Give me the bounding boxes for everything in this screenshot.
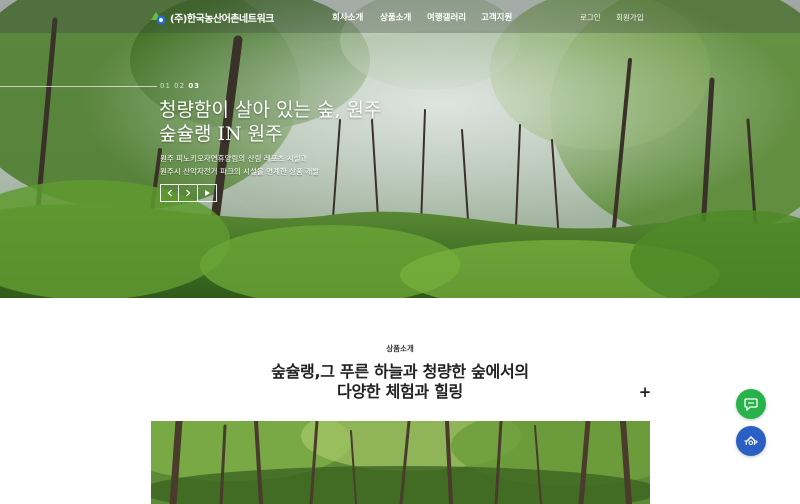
product-image[interactable] <box>151 421 650 504</box>
nav-item-gallery[interactable]: 여행갤러리 <box>427 11 466 23</box>
hero-desc-line-1: 원주 피노키오자연휴양림의 산림 레포츠 시설과 <box>160 154 308 163</box>
slide-controls <box>160 184 217 202</box>
forest-background-image <box>0 0 800 298</box>
hero-title-line-2: 숲슐랭 IN 원주 <box>159 123 283 145</box>
next-slide-button[interactable] <box>179 184 198 202</box>
hero-title: 청량함이 살아 있는 숲, 원주 숲슐랭 IN 원주 <box>159 98 479 146</box>
signup-link[interactable]: 회원가입 <box>616 12 644 23</box>
login-link[interactable]: 로그인 <box>580 12 601 23</box>
pager-item-2[interactable]: 02 <box>174 82 185 90</box>
play-icon <box>205 190 210 196</box>
pager-item-1[interactable]: 01 <box>160 82 171 90</box>
chevron-right-icon <box>186 189 191 197</box>
logo-mark-icon <box>151 12 166 25</box>
section-title-line-2: 다양한 체험과 힐링 <box>337 382 463 401</box>
hero-description: 원주 피노키오자연휴양림의 산림 레포츠 시설과 원주시 산악자전거 파크의 시… <box>160 152 460 178</box>
hero-title-line-1: 청량함이 살아 있는 숲, 원주 <box>159 99 382 121</box>
hero-desc-line-2: 원주시 산악자전거 파크의 시설을 연계한 상품 개발 <box>160 167 320 176</box>
scroll-top-button[interactable]: TOP <box>736 426 766 456</box>
pager-item-3[interactable]: 03 <box>188 82 200 90</box>
slide-pager: 01 02 03 <box>160 82 200 90</box>
site-logo[interactable]: (주)한국농산어촌네트워크 <box>150 9 274 25</box>
chevron-left-icon <box>167 189 172 197</box>
more-button[interactable]: + <box>637 384 653 400</box>
play-slide-button[interactable] <box>198 184 217 202</box>
nav-item-support[interactable]: 고객지원 <box>481 11 512 23</box>
scroll-top-label: TOP <box>744 440 758 447</box>
section-title-line-1: 숲슐랭,그 푸른 하늘과 청량한 숲에서의 <box>271 362 529 381</box>
nav-item-products[interactable]: 상품소개 <box>380 11 411 23</box>
hero-banner: (주)한국농산어촌네트워크 회사소개 상품소개 여행갤러리 고객지원 로그인 회… <box>0 0 800 298</box>
pager-divider <box>0 86 157 87</box>
chat-button[interactable] <box>736 389 766 419</box>
section-label: 상품소개 <box>386 344 414 353</box>
logo-text: (주)한국농산어촌네트워크 <box>170 13 274 25</box>
prev-slide-button[interactable] <box>160 184 179 202</box>
section-title: 숲슐랭,그 푸른 하늘과 청량한 숲에서의 다양한 체험과 힐링 <box>0 362 800 402</box>
nav-item-company[interactable]: 회사소개 <box>332 11 363 23</box>
chat-icon <box>744 397 758 411</box>
forest-product-photo <box>151 421 650 504</box>
